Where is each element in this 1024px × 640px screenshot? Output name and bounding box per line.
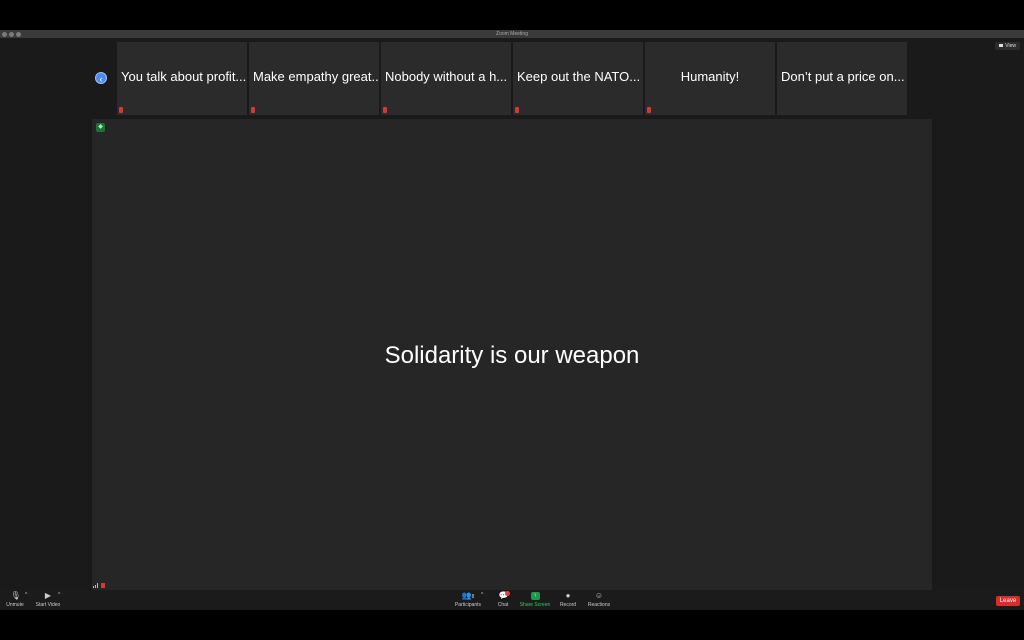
participant-name: Humanity! (680, 69, 740, 84)
participant-tile[interactable]: Humanity! (645, 42, 775, 115)
view-button[interactable]: View (995, 42, 1020, 50)
participants-button[interactable]: 👥8 Participants (453, 591, 483, 609)
video-options-chevron-icon[interactable]: ^ (58, 592, 60, 598)
participants-icon: 👥8 (461, 591, 475, 601)
reactions-label: Reactions (587, 602, 611, 608)
participant-tile[interactable]: Nobody without a h... (381, 42, 511, 115)
record-button[interactable]: ● Record (558, 591, 578, 609)
participant-name: Nobody without a h... (385, 69, 508, 84)
participant-name: Make empathy great... (253, 69, 379, 84)
view-button-label: View (1005, 43, 1016, 49)
signal-strength-icon (93, 583, 99, 588)
previous-page-button[interactable]: ‹ (95, 72, 107, 84)
participant-name: Don’t put a price on... (781, 69, 905, 84)
participant-name: Keep out the NATO... (517, 69, 641, 84)
participant-tile[interactable]: Don’t put a price on... (777, 42, 907, 115)
chevron-left-icon: ‹ (99, 74, 103, 84)
record-icon: ● (565, 591, 571, 600)
unmute-button[interactable]: 🎙 Unmute (5, 591, 25, 609)
meeting-toolbar: 🎙 Unmute ^ ▶ Start Video ^ 👥8 Participan… (0, 590, 1024, 610)
muted-mic-icon (119, 107, 123, 113)
share-screen-icon: ↑ (530, 592, 540, 600)
participant-tile[interactable]: You talk about profit... (117, 42, 247, 115)
chat-label: Chat (497, 602, 509, 608)
shield-icon: ◆ (96, 123, 105, 132)
reactions-button[interactable]: ☺ Reactions (586, 591, 612, 609)
unmute-label: Unmute (6, 602, 24, 608)
participant-name: You talk about profit... (121, 69, 247, 84)
microphone-muted-icon: 🎙 (10, 591, 21, 600)
participants-label: Participants (454, 602, 482, 608)
leave-button[interactable]: Leave (996, 596, 1020, 606)
share-screen-label: Share Screen (519, 602, 551, 608)
muted-mic-icon (251, 107, 255, 113)
reactions-emoji-icon: ☺ (594, 591, 604, 600)
active-speaker-name: Solidarity is our weapon (384, 342, 640, 369)
record-label: Record (559, 602, 577, 608)
participant-tile[interactable]: Keep out the NATO... (513, 42, 643, 115)
meeting-area: View ‹ You talk about profit... Make emp… (0, 38, 1024, 590)
video-camera-off-icon: ▶ (44, 591, 52, 600)
chat-icon: 💬 (498, 591, 510, 600)
audio-options-chevron-icon[interactable]: ^ (25, 592, 27, 598)
share-screen-button[interactable]: ↑ Share Screen (518, 592, 552, 608)
participant-tile[interactable]: Make empathy great... (249, 42, 379, 115)
start-video-label: Start Video (35, 602, 61, 608)
active-speaker-tile[interactable]: ◆ Solidarity is our weapon (92, 119, 932, 590)
grid-icon (999, 44, 1004, 48)
muted-mic-icon (383, 107, 387, 113)
window-title: Zoom Meeting (496, 31, 528, 37)
muted-mic-icon (515, 107, 519, 113)
chat-button[interactable]: 💬 Chat (495, 591, 511, 608)
muted-mic-icon (647, 107, 651, 113)
notification-badge (504, 591, 510, 596)
participants-count: 8 (471, 594, 475, 600)
muted-mic-icon (101, 583, 105, 588)
participants-options-chevron-icon[interactable]: ^ (481, 592, 483, 598)
